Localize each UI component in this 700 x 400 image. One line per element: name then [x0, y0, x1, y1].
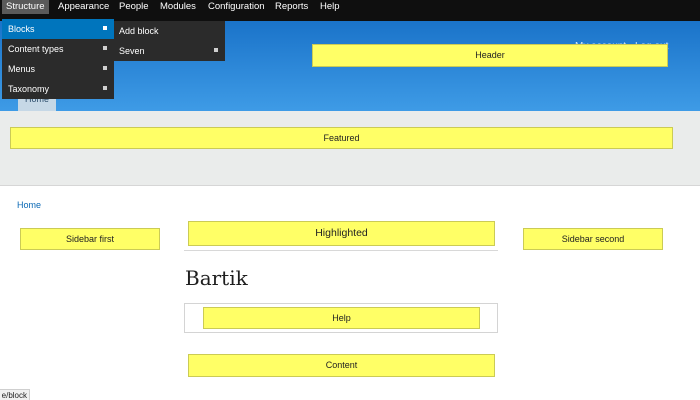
toolbar-item-appearance[interactable]: Appearance: [58, 0, 109, 14]
region-highlighted: Highlighted: [188, 221, 495, 246]
region-sidebar-second: Sidebar second: [523, 228, 663, 250]
menu-item-label: Content types: [8, 44, 64, 54]
expand-icon: [103, 46, 107, 50]
menu-item-label: Add block: [119, 26, 159, 36]
blocks-submenu: Add block Seven: [114, 21, 225, 61]
toolbar-item-help[interactable]: Help: [320, 0, 340, 14]
region-help: Help: [203, 307, 480, 329]
menu-item-taxonomy[interactable]: Taxonomy: [2, 79, 114, 99]
toolbar-item-structure[interactable]: Structure: [2, 0, 49, 14]
menu-item-add-block[interactable]: Add block: [114, 21, 225, 41]
structure-dropdown-menu: Blocks Content types Menus Taxonomy: [2, 19, 114, 99]
divider: [184, 250, 498, 251]
region-sidebar-first: Sidebar first: [20, 228, 160, 250]
menu-item-label: Blocks: [8, 24, 35, 34]
expand-icon: [214, 48, 218, 52]
menu-item-content-types[interactable]: Content types: [2, 39, 114, 59]
menu-item-seven[interactable]: Seven: [114, 41, 225, 61]
expand-icon: [103, 26, 107, 30]
region-header: Header: [312, 44, 668, 67]
menu-item-label: Seven: [119, 46, 145, 56]
breadcrumb-home[interactable]: Home: [17, 200, 41, 210]
menu-item-blocks[interactable]: Blocks: [2, 19, 114, 39]
toolbar-item-reports[interactable]: Reports: [275, 0, 308, 14]
status-bar-url: e/block: [0, 389, 30, 400]
menu-item-label: Taxonomy: [8, 84, 50, 94]
expand-icon: [103, 86, 107, 90]
admin-toolbar: Structure Appearance People Modules Conf…: [0, 0, 700, 21]
toolbar-item-people[interactable]: People: [119, 0, 149, 14]
theme-title: Bartik: [185, 266, 248, 290]
toolbar-item-modules[interactable]: Modules: [160, 0, 196, 14]
toolbar-item-configuration[interactable]: Configuration: [208, 0, 265, 14]
menu-item-label: Menus: [8, 64, 36, 74]
region-featured: Featured: [10, 127, 673, 149]
menu-item-menus[interactable]: Menus: [2, 59, 114, 79]
region-content: Content: [188, 354, 495, 377]
expand-icon: [103, 66, 107, 70]
